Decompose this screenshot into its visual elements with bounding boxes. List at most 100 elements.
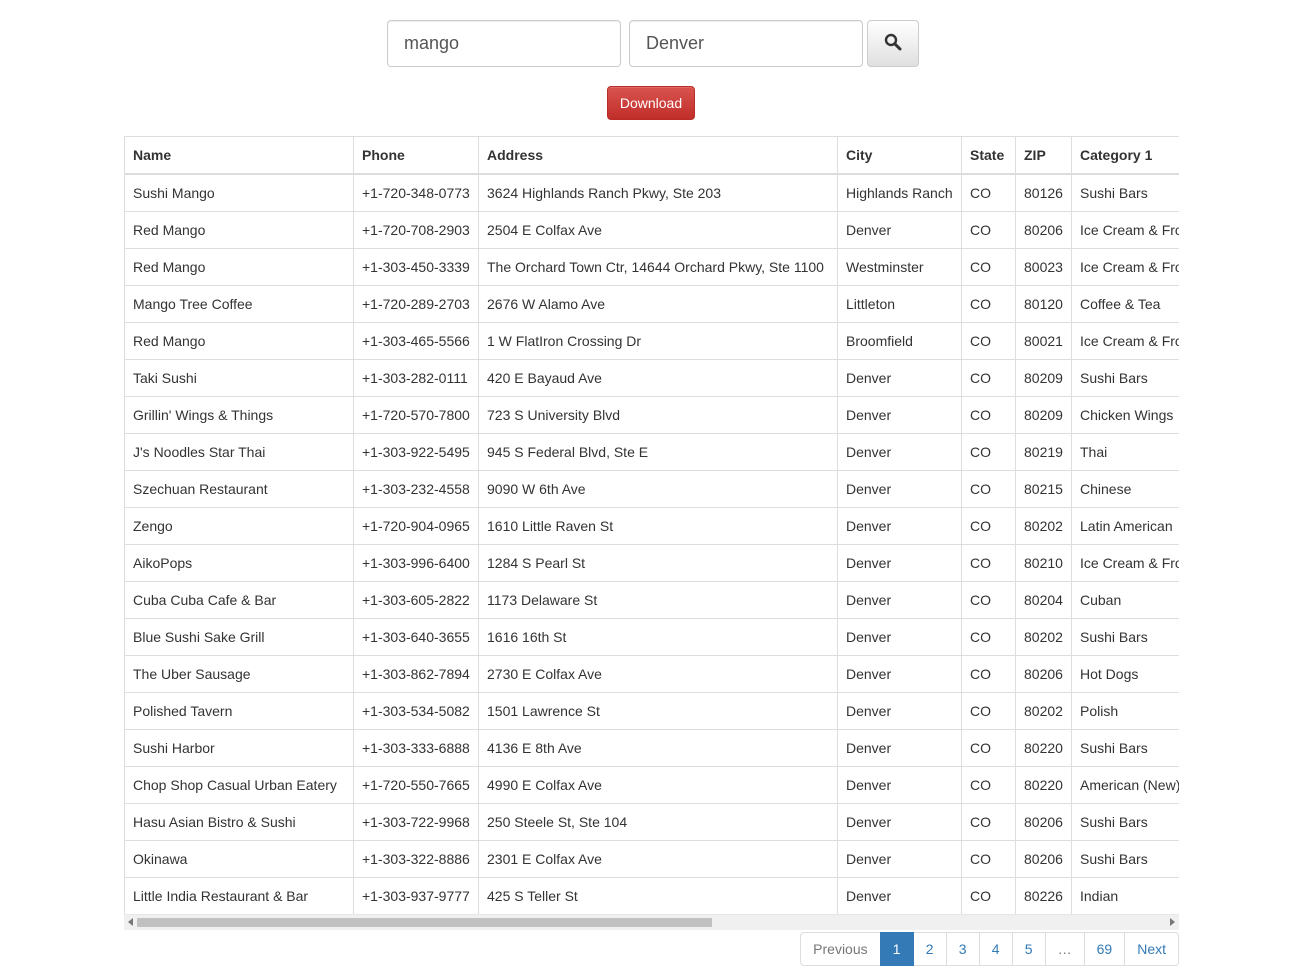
cell-zip: 80206 <box>1015 211 1072 249</box>
cell-zip: 80021 <box>1015 322 1072 360</box>
cell-zip: 80206 <box>1015 655 1072 693</box>
cell-category: Sushi Bars <box>1071 803 1179 841</box>
cell-phone: +1-303-465-5566 <box>353 322 479 360</box>
cell-zip: 80226 <box>1015 877 1072 914</box>
cell-category: Chinese <box>1071 470 1179 508</box>
cell-name: J's Noodles Star Thai <box>124 433 354 471</box>
cell-name: Red Mango <box>124 248 354 286</box>
cell-state: CO <box>961 248 1016 286</box>
cell-zip: 80120 <box>1015 285 1072 323</box>
cell-phone: +1-303-282-0111 <box>353 359 479 397</box>
cell-address: 1284 S Pearl St <box>478 544 838 582</box>
column-header-state: State <box>961 136 1016 175</box>
cell-phone: +1-303-450-3339 <box>353 248 479 286</box>
cell-city: Denver <box>837 618 962 656</box>
column-header-name: Name <box>124 136 354 175</box>
cell-state: CO <box>961 359 1016 397</box>
cell-state: CO <box>961 507 1016 545</box>
cell-phone: +1-720-550-7665 <box>353 766 479 804</box>
cell-state: CO <box>961 211 1016 249</box>
cell-category: Ice Cream & Fro <box>1071 211 1179 249</box>
cell-category: Sushi Bars <box>1071 173 1179 212</box>
cell-category: Sushi Bars <box>1071 618 1179 656</box>
results-table: Name Phone Address City State ZIP Category 1 S… <box>124 136 1179 914</box>
table-row: J's Noodles Star Thai +1-303-922-5495 945 … <box>124 433 1179 471</box>
cell-city: Westminster <box>837 248 962 286</box>
column-header-city: City <box>837 136 962 175</box>
cell-category: Cuban <box>1071 581 1179 619</box>
pagination-page-4[interactable]: 4 <box>978 932 1013 966</box>
search-button[interactable] <box>867 20 919 67</box>
cell-state: CO <box>961 655 1016 693</box>
pagination-page-69[interactable]: 69 <box>1083 932 1126 966</box>
cell-name: Polished Tavern <box>124 692 354 730</box>
cell-address: 3624 Highlands Ranch Pkwy, Ste 203 <box>478 173 838 212</box>
search-icon <box>884 33 902 54</box>
pagination-page-1[interactable]: 1 <box>879 932 914 966</box>
table-row: Chop Shop Casual Urban Eatery +1-720-550-… <box>124 766 1179 804</box>
cell-category: Sushi Bars <box>1071 729 1179 767</box>
cell-zip: 80202 <box>1015 618 1072 656</box>
search-bar <box>387 20 919 67</box>
table-row: Sushi Harbor +1-303-333-6888 4136 E 8th Av… <box>124 729 1179 767</box>
cell-name: The Uber Sausage <box>124 655 354 693</box>
cell-address: 1 W FlatIron Crossing Dr <box>478 322 838 360</box>
cell-address: 945 S Federal Blvd, Ste E <box>478 433 838 471</box>
table-body: Sushi Mango +1-720-348-0773 3624 Highlands… <box>124 173 1179 914</box>
cell-address: 1610 Little Raven St <box>478 507 838 545</box>
cell-address: 4990 E Colfax Ave <box>478 766 838 804</box>
cell-city: Denver <box>837 470 962 508</box>
cell-name: AikoPops <box>124 544 354 582</box>
cell-city: Denver <box>837 877 962 914</box>
cell-state: CO <box>961 544 1016 582</box>
cell-state: CO <box>961 433 1016 471</box>
cell-address: 420 E Bayaud Ave <box>478 359 838 397</box>
cell-address: 1173 Delaware St <box>478 581 838 619</box>
cell-category: American (New) <box>1071 766 1179 804</box>
pagination-page-2[interactable]: 2 <box>912 932 947 966</box>
pagination-page-3[interactable]: 3 <box>945 932 980 966</box>
table-row: Mango Tree Coffee +1-720-289-2703 2676 W A… <box>124 285 1179 323</box>
horizontal-scrollbar[interactable] <box>124 914 1179 930</box>
cell-zip: 80210 <box>1015 544 1072 582</box>
cell-phone: +1-720-708-2903 <box>353 211 479 249</box>
download-button[interactable]: Download <box>607 86 695 120</box>
scroll-left-arrow-icon[interactable] <box>128 918 133 926</box>
table-row: Taki Sushi +1-303-282-0111 420 E Bayaud Av… <box>124 359 1179 397</box>
cell-state: CO <box>961 766 1016 804</box>
pagination-ellipsis: … <box>1044 932 1085 966</box>
cell-category: Ice Cream & Fro <box>1071 248 1179 286</box>
scrollbar-thumb[interactable] <box>137 918 712 927</box>
cell-name: Zengo <box>124 507 354 545</box>
scroll-right-arrow-icon[interactable] <box>1170 918 1175 926</box>
cell-category: Coffee & Tea <box>1071 285 1179 323</box>
cell-zip: 80204 <box>1015 581 1072 619</box>
table-row: Hasu Asian Bistro & Sushi +1-303-722-9968… <box>124 803 1179 841</box>
cell-phone: +1-303-640-3655 <box>353 618 479 656</box>
pagination-previous[interactable]: Previous <box>800 932 881 966</box>
pagination-next[interactable]: Next <box>1124 932 1179 966</box>
table-row: Okinawa +1-303-322-8886 2301 E Colfax Ave D… <box>124 840 1179 878</box>
search-query-input[interactable] <box>387 20 621 67</box>
cell-zip: 80220 <box>1015 729 1072 767</box>
column-header-category-1: Category 1 <box>1071 136 1179 175</box>
cell-category: Hot Dogs <box>1071 655 1179 693</box>
cell-name: Cuba Cuba Cafe & Bar <box>124 581 354 619</box>
cell-category: Sushi Bars <box>1071 359 1179 397</box>
table-row: AikoPops +1-303-996-6400 1284 S Pearl St De… <box>124 544 1179 582</box>
cell-address: 4136 E 8th Ave <box>478 729 838 767</box>
search-location-input[interactable] <box>629 20 863 67</box>
cell-state: CO <box>961 396 1016 434</box>
table-row: Cuba Cuba Cafe & Bar +1-303-605-2822 1173 … <box>124 581 1179 619</box>
cell-name: Red Mango <box>124 322 354 360</box>
cell-name: Szechuan Restaurant <box>124 470 354 508</box>
cell-phone: +1-303-996-6400 <box>353 544 479 582</box>
cell-category: Ice Cream & Fro <box>1071 322 1179 360</box>
cell-name: Sushi Harbor <box>124 729 354 767</box>
cell-phone: +1-303-534-5082 <box>353 692 479 730</box>
pagination-page-5[interactable]: 5 <box>1011 932 1046 966</box>
cell-name: Little India Restaurant & Bar <box>124 877 354 914</box>
cell-phone: +1-303-922-5495 <box>353 433 479 471</box>
cell-category: Chicken Wings <box>1071 396 1179 434</box>
table-header-row: Name Phone Address City State ZIP Category 1 <box>124 136 1179 175</box>
